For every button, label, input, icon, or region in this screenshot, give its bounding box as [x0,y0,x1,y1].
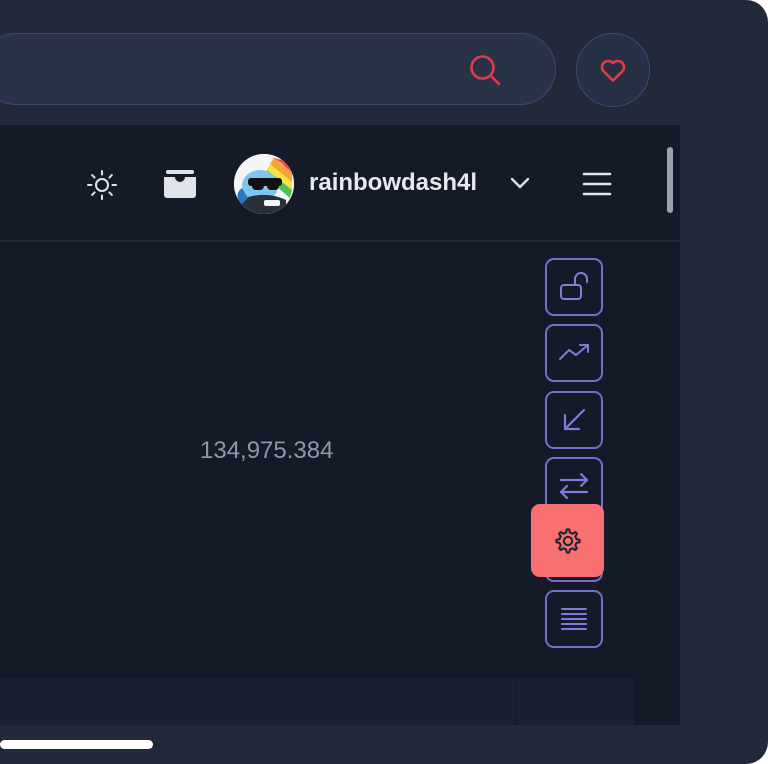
settings-icon [554,527,581,554]
sun-icon[interactable] [86,169,118,201]
receive-button[interactable] [545,391,603,449]
search-bar[interactable] [0,33,556,106]
home-indicator [0,740,153,749]
avatar[interactable] [234,154,294,214]
browser-frame: rainbowdash4l 134,975.384 [0,0,768,764]
order-book-icon [561,608,587,630]
heart-icon [600,59,626,82]
unlock-button[interactable] [545,258,603,316]
app-header: rainbowdash4l [0,125,680,242]
vertical-scrollbar[interactable] [667,147,673,213]
order-book-button[interactable] [545,590,603,648]
arrow-down-left-icon [563,408,586,431]
trending-button[interactable] [545,324,603,382]
unlock-icon [560,272,588,300]
settings-button[interactable] [531,504,604,577]
favorite-button[interactable] [576,33,650,107]
search-input[interactable] [21,34,445,106]
panel-divider [515,678,517,725]
wallet-icon[interactable] [163,169,197,199]
exchange-app: rainbowdash4l 134,975.384 [0,125,680,725]
balance-value: 134,975.384 [200,437,334,464]
bottom-panel [0,678,634,725]
username[interactable]: rainbowdash4l [309,169,477,197]
hamburger-menu-icon[interactable] [581,170,613,198]
trending-up-icon [559,344,589,360]
swap-arrows-icon [559,472,589,500]
chevron-down-icon[interactable] [509,176,531,190]
search-icon[interactable] [467,52,503,88]
